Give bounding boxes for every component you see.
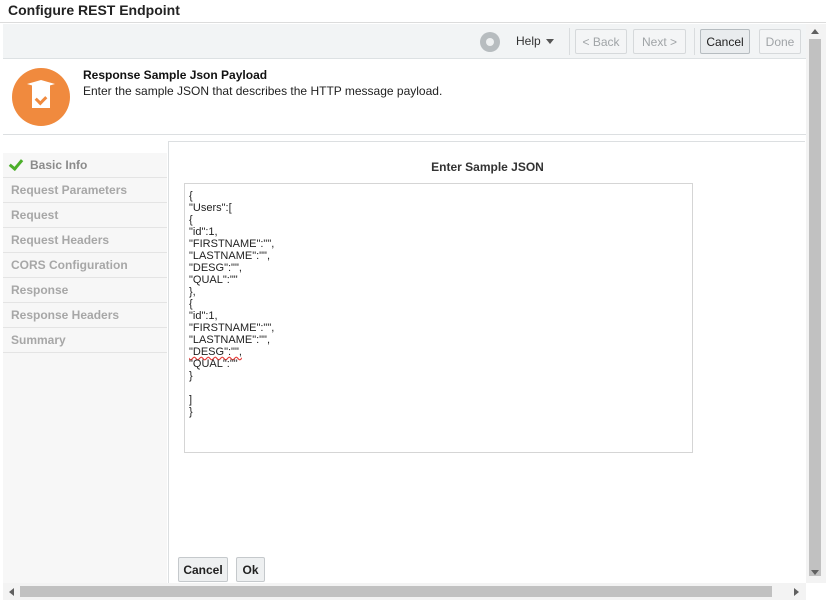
help-label: Help — [516, 34, 541, 48]
json-line: { — [189, 190, 193, 202]
json-line: "QUAL":"" — [189, 274, 238, 286]
step-description: Enter the sample JSON that describes the… — [83, 84, 443, 98]
json-line: "DESG":"", — [189, 262, 242, 274]
configure-rest-endpoint-dialog: Configure REST Endpoint Help < Back Next… — [0, 0, 826, 608]
json-line: ] — [189, 394, 193, 406]
sample-json-textarea[interactable]: { "Users":[ { "id":1, "FIRSTNAME":"", "L… — [184, 183, 693, 453]
wizard-toolbar: Help < Back Next > Cancel Done — [3, 24, 806, 59]
sidebar-item-label: CORS Configuration — [11, 258, 128, 272]
json-line: "LASTNAME":"", — [189, 334, 271, 346]
sample-json-panel: Enter Sample JSON { "Users":[ { "id":1, … — [168, 141, 805, 583]
done-button[interactable]: Done — [759, 29, 801, 54]
sidebar-item-request[interactable]: Request — [3, 203, 167, 228]
window-title: Configure REST Endpoint — [8, 2, 180, 18]
json-line: "id":1, — [189, 310, 218, 322]
sidebar-item-label: Request Parameters — [11, 183, 128, 197]
step-header: Response Sample Json Payload Enter the s… — [3, 59, 806, 135]
json-line: "QUAL":"" — [189, 358, 238, 370]
sidebar-item-request-headers[interactable]: Request Headers — [3, 228, 167, 253]
sidebar-item-label: Request Headers — [11, 233, 110, 247]
vertical-scrollbar[interactable] — [806, 24, 826, 583]
back-button[interactable]: < Back — [575, 29, 627, 54]
title-bar: Configure REST Endpoint — [0, 0, 826, 23]
wizard-steps-sidebar: Basic Info Request Parameters Request Re… — [3, 153, 167, 583]
json-line: { — [189, 214, 193, 226]
sidebar-item-label: Response Headers — [11, 308, 120, 322]
next-button[interactable]: Next > — [633, 29, 686, 54]
step-title: Response Sample Json Payload — [83, 68, 268, 82]
sidebar-item-label: Request — [11, 208, 59, 222]
chevron-down-icon — [545, 38, 554, 44]
scrollbar-thumb[interactable] — [20, 586, 772, 597]
status-icon — [480, 32, 500, 52]
endpoint-step-icon — [12, 68, 70, 126]
json-line: "FIRSTNAME":"", — [189, 238, 275, 250]
json-line: "DESG":"", — [189, 346, 242, 358]
json-line: } — [189, 406, 193, 418]
scroll-left-icon[interactable] — [9, 588, 14, 596]
json-line: { — [189, 298, 193, 310]
sidebar-item-response[interactable]: Response — [3, 278, 167, 303]
toolbar-divider — [694, 28, 695, 55]
horizontal-scrollbar[interactable] — [3, 583, 806, 600]
json-line: "Users":[ — [189, 202, 232, 214]
json-line: "LASTNAME":"", — [189, 250, 271, 262]
json-line: "FIRSTNAME":"", — [189, 322, 275, 334]
json-line — [189, 382, 688, 394]
sidebar-item-label: Response — [11, 283, 69, 297]
sidebar-item-basic-info[interactable]: Basic Info — [3, 153, 167, 178]
sidebar-item-label: Summary — [11, 333, 66, 347]
sidebar-item-request-parameters[interactable]: Request Parameters — [3, 178, 167, 203]
sidebar-item-cors-configuration[interactable]: CORS Configuration — [3, 253, 167, 278]
ok-button[interactable]: Ok — [236, 557, 265, 582]
help-menu[interactable]: Help — [516, 34, 554, 48]
cancel-json-button[interactable]: Cancel — [178, 557, 228, 582]
panel-title: Enter Sample JSON — [431, 160, 544, 174]
json-line: } — [189, 370, 193, 382]
sidebar-item-response-headers[interactable]: Response Headers — [3, 303, 167, 328]
cancel-button[interactable]: Cancel — [700, 29, 750, 54]
scroll-up-icon[interactable] — [811, 29, 819, 34]
json-line: }, — [189, 286, 196, 298]
scroll-down-icon[interactable] — [811, 570, 819, 575]
json-line: "id":1, — [189, 226, 218, 238]
checkmark-icon — [11, 160, 24, 170]
sidebar-item-label: Basic Info — [30, 158, 88, 172]
toolbar-divider — [569, 28, 570, 55]
scroll-right-icon[interactable] — [794, 588, 799, 596]
scrollbar-thumb[interactable] — [809, 39, 821, 576]
sidebar-item-summary[interactable]: Summary — [3, 328, 167, 353]
